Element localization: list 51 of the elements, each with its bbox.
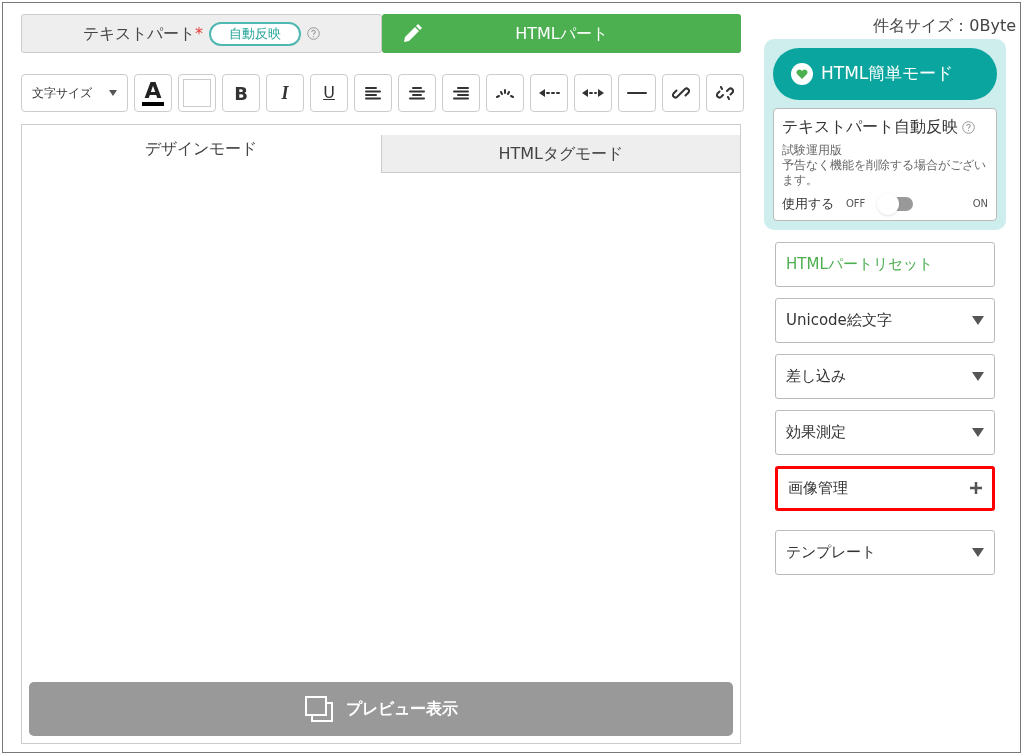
- align-right-icon: [453, 86, 469, 100]
- subject-size-label: 件名サイズ：0Byte: [873, 15, 1016, 37]
- align-left-button[interactable]: [354, 74, 392, 112]
- off-label: OFF: [846, 197, 866, 212]
- arrow-left-icon: [538, 88, 560, 98]
- caret-icon: [972, 547, 984, 557]
- rule-button[interactable]: [618, 74, 656, 112]
- side-menu-item[interactable]: Unicode絵文字: [775, 297, 995, 343]
- caret-icon: [972, 371, 984, 381]
- dashes-icon: [495, 87, 515, 99]
- side-menu-item[interactable]: 画像管理: [775, 465, 995, 511]
- link-button[interactable]: [662, 74, 700, 112]
- help-icon: [307, 27, 320, 40]
- font-size-select[interactable]: 文字サイズ: [21, 74, 128, 112]
- side-menu-item[interactable]: 差し込み: [775, 353, 995, 399]
- tab-label: テキストパート*: [83, 22, 203, 45]
- text-color-button[interactable]: A: [134, 74, 172, 112]
- pencil-icon: [401, 23, 422, 44]
- use-label: 使用する: [782, 195, 834, 213]
- broken-link-icon: [716, 84, 734, 102]
- align-left-icon: [365, 86, 381, 100]
- plus-icon: [970, 482, 982, 494]
- side-menu-item[interactable]: 効果測定: [775, 409, 995, 455]
- part-tab[interactable]: テキストパート* 自動反映: [21, 14, 382, 53]
- link-icon: [672, 84, 690, 102]
- editor-tab[interactable]: HTMLタグモード: [380, 135, 740, 173]
- unlink-button[interactable]: [706, 74, 744, 112]
- align-center-button[interactable]: [398, 74, 436, 112]
- caret-icon: [972, 427, 984, 437]
- align-right-button[interactable]: [442, 74, 480, 112]
- tab-label: HTMLパート: [515, 22, 608, 45]
- windows-icon: [304, 695, 334, 723]
- note-text: 予告なく機能を削除する場合がございます。: [782, 158, 987, 188]
- bold-button[interactable]: B: [222, 74, 260, 112]
- arrow-left-button[interactable]: [530, 74, 568, 112]
- color-swatch: [183, 79, 211, 107]
- note-text: 試験運用版: [782, 143, 843, 158]
- arrow-both-button[interactable]: [574, 74, 612, 112]
- caret-icon: [109, 90, 117, 96]
- on-label: ON: [972, 197, 988, 212]
- background-color-button[interactable]: [178, 74, 216, 112]
- card-title: テキストパート自動反映: [782, 116, 958, 138]
- underline-button[interactable]: U: [310, 74, 348, 112]
- caret-icon: [972, 315, 984, 325]
- italic-button[interactable]: I: [266, 74, 304, 112]
- auto-reflect-badge: 自動反映: [209, 21, 301, 46]
- side-menu-item[interactable]: テンプレート: [775, 529, 995, 575]
- horizontal-rule-icon: [627, 91, 647, 95]
- help-icon: [962, 120, 975, 134]
- align-center-icon: [409, 86, 425, 100]
- double-arrow-icon: [581, 88, 605, 98]
